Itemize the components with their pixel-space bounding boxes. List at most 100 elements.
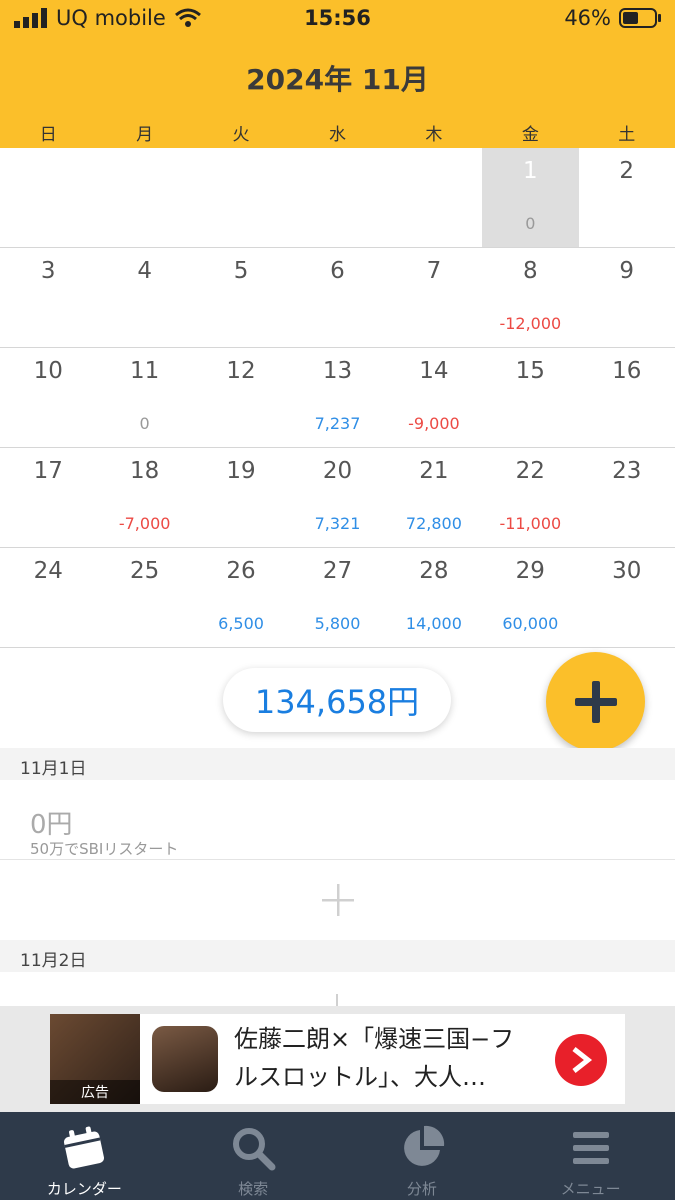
- day-amount: 14,000: [405, 614, 462, 633]
- battery-percent: 46%: [564, 6, 611, 30]
- day-number: 6: [330, 258, 345, 284]
- weekday-label: 水: [328, 125, 346, 145]
- day-cell[interactable]: 5: [193, 248, 289, 347]
- day-number: 17: [33, 458, 63, 484]
- status-right: 46%: [564, 6, 663, 30]
- tab-label: 検索: [238, 1180, 269, 1198]
- calendar-icon: [64, 1126, 105, 1169]
- day-cell[interactable]: 22 -11,000: [482, 448, 578, 547]
- day-amount: -7,000: [118, 514, 171, 533]
- day-number: 12: [226, 358, 256, 384]
- day-amount: -12,000: [499, 314, 562, 333]
- day-cell[interactable]: 21 72,800: [386, 448, 482, 547]
- tab-menu[interactable]: メニュー: [506, 1112, 675, 1200]
- day-cell[interactable]: 14 -9,000: [386, 348, 482, 447]
- day-number: 28: [419, 558, 449, 584]
- day-cell[interactable]: 17: [0, 448, 96, 547]
- day-number: 30: [612, 558, 642, 584]
- day-cell[interactable]: 8 -12,000: [482, 248, 578, 347]
- day-section-header: 11月1日: [0, 748, 675, 780]
- day-cell[interactable]: 3: [0, 248, 96, 347]
- weekday-label: 月: [136, 125, 154, 145]
- day-cell[interactable]: 30: [579, 548, 675, 647]
- empty-day-cell: [386, 148, 482, 247]
- week-row: 24 25 26 6,500 27 5,800 28 14,000 29 60,000 30: [0, 548, 675, 648]
- ad-banner[interactable]: 広告 佐藤二朗×「爆速三国−フルスロットル」、大人…: [50, 1014, 625, 1104]
- search-icon: [233, 1128, 276, 1171]
- day-number: 13: [322, 358, 353, 384]
- day-cell[interactable]: 28 14,000: [386, 548, 482, 647]
- week-row: 3 4 5 6 7 8 -12,000 9: [0, 248, 675, 348]
- day-amount: 72,800: [405, 514, 462, 533]
- day-amount: -9,000: [408, 414, 460, 433]
- day-amount: 7,321: [314, 514, 361, 533]
- entry-amount: 0円: [30, 810, 73, 840]
- day-amount: 0: [525, 214, 536, 233]
- week-row: 102: [0, 148, 675, 248]
- weekday-label: 日: [39, 125, 57, 145]
- day-number: 3: [40, 258, 56, 284]
- day-number: 22: [515, 458, 545, 484]
- day-cell[interactable]: 24: [0, 548, 96, 647]
- day-number: 8: [523, 258, 538, 284]
- day-cell[interactable]: 29 60,000: [482, 548, 578, 647]
- day-cell[interactable]: 26 6,500: [193, 548, 289, 647]
- day-cell[interactable]: 19: [193, 448, 289, 547]
- tab-bar: カレンダー 検索 分析 メニュー: [0, 1112, 675, 1200]
- weekday-row: 日 月 火 水 木 金 土: [0, 120, 675, 145]
- section-date: 11月2日: [20, 951, 87, 971]
- day-amount: 60,000: [502, 614, 559, 633]
- day-number: 4: [137, 258, 152, 284]
- day-amount: 6,500: [218, 614, 264, 633]
- add-entry-row[interactable]: [0, 860, 675, 940]
- day-cell[interactable]: 4: [96, 248, 192, 347]
- day-number: 7: [426, 258, 442, 284]
- tab-calendar[interactable]: カレンダー: [0, 1112, 169, 1200]
- ad-label: 広告: [50, 1080, 140, 1104]
- day-cell[interactable]: 23: [579, 448, 675, 547]
- day-cell[interactable]: 25: [96, 548, 192, 647]
- day-cell[interactable]: 18 -7,000: [96, 448, 192, 547]
- day-cell[interactable]: 10: [0, 348, 96, 447]
- day-cell[interactable]: 9: [579, 248, 675, 347]
- entry-memo: 50万でSBIリスタート: [30, 840, 179, 858]
- week-row: 17 18 -7,000 19 20 7,321 21 72,800 22 -11,000 23: [0, 448, 675, 548]
- day-cell[interactable]: 2: [579, 148, 675, 247]
- day-number: 1: [523, 158, 538, 184]
- week-row: 10 11 0 12 13 7,237 14 -9,000 15 16: [0, 348, 675, 448]
- menu-icon: [572, 1132, 609, 1164]
- day-number: 15: [515, 358, 545, 384]
- day-cell[interactable]: 15: [482, 348, 578, 447]
- day-number: 20: [322, 458, 353, 484]
- empty-day-cell: [289, 148, 385, 247]
- day-cell[interactable]: 6: [289, 248, 385, 347]
- add-entry-fab[interactable]: [546, 652, 645, 751]
- battery-icon: [619, 8, 661, 28]
- calendar-grid: 1 0 2 3 4 5 6 7 8 -12,000 9 10 11 0 12 13 7,237 14 -9,000 1…: [0, 148, 675, 648]
- day-number: 5: [233, 258, 249, 284]
- ad-arrow-icon[interactable]: [555, 1034, 607, 1086]
- day-cell[interactable]: 10: [482, 148, 579, 247]
- day-cell[interactable]: 7: [386, 248, 482, 347]
- status-bar: UQ mobile 15:56 46%: [0, 0, 675, 38]
- day-number: 16: [612, 358, 642, 384]
- day-cell[interactable]: 16: [579, 348, 675, 447]
- day-number: 9: [619, 258, 635, 284]
- monthly-total: 134,658円: [223, 668, 451, 732]
- day-cell[interactable]: 27 5,800: [289, 548, 385, 647]
- month-title[interactable]: 2024年 11月: [0, 58, 675, 98]
- day-cell[interactable]: 12: [193, 348, 289, 447]
- day-cell[interactable]: 13 7,237: [289, 348, 385, 447]
- partial-plus-icon: [336, 994, 338, 1006]
- pie-chart-icon: [404, 1125, 445, 1166]
- day-number: 26: [226, 558, 256, 584]
- day-cell[interactable]: 11 0: [96, 348, 192, 447]
- tab-label: メニュー: [560, 1180, 621, 1198]
- day-number: 21: [419, 458, 449, 484]
- chevron-right-icon: [572, 1047, 593, 1073]
- list-item[interactable]: 0円 50万でSBIリスタート: [0, 780, 675, 860]
- day-amount: -11,000: [499, 514, 562, 533]
- tab-search[interactable]: 検索: [169, 1112, 338, 1200]
- tab-analysis[interactable]: 分析: [338, 1112, 507, 1200]
- day-cell[interactable]: 20 7,321: [289, 448, 385, 547]
